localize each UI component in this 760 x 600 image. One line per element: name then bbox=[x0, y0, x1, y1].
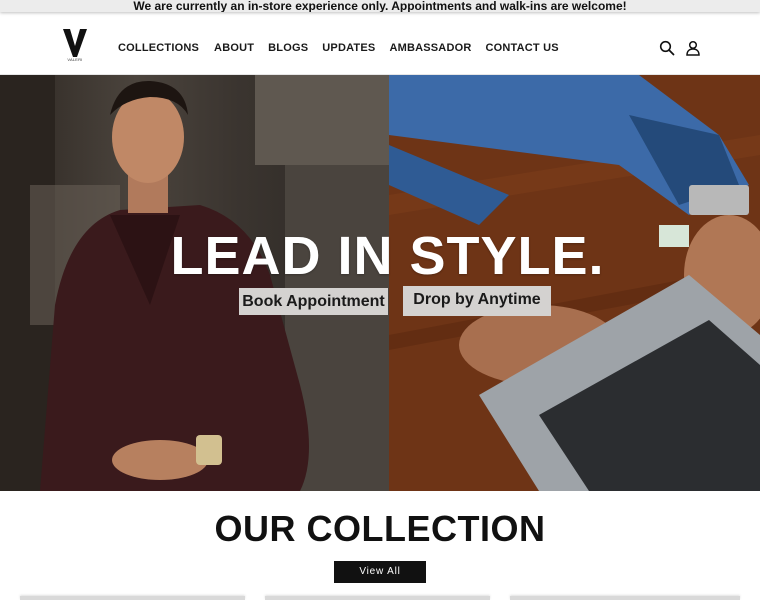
account-icon[interactable] bbox=[685, 40, 701, 56]
nav-ambassador[interactable]: AMBASSADOR bbox=[389, 41, 471, 55]
nav-blogs[interactable]: BLOGS bbox=[268, 41, 308, 55]
nav-updates[interactable]: UPDATES bbox=[322, 41, 375, 55]
announcement-bar: We are currently an in-store experience … bbox=[0, 0, 760, 12]
main-nav: COLLECTIONS ABOUT BLOGS UPDATES AMBASSAD… bbox=[118, 41, 573, 55]
drop-by-anytime-button[interactable]: Drop by Anytime bbox=[403, 286, 551, 316]
hero-banner: LEAD IN STYLE. Book Appointment Drop by … bbox=[0, 75, 760, 491]
search-icon[interactable] bbox=[659, 40, 675, 56]
book-appointment-button[interactable]: Book Appointment bbox=[239, 288, 388, 315]
brand-logo[interactable]: VALERI bbox=[60, 29, 90, 69]
collection-card[interactable] bbox=[265, 596, 490, 600]
view-all-button[interactable]: View All bbox=[334, 561, 426, 583]
collection-cards-preview bbox=[0, 596, 760, 600]
collection-card[interactable] bbox=[20, 596, 245, 600]
nav-about[interactable]: ABOUT bbox=[214, 41, 254, 55]
collection-card[interactable] bbox=[510, 596, 740, 600]
hero-headline: LEAD IN STYLE. bbox=[170, 226, 605, 286]
announcement-text: We are currently an in-store experience … bbox=[133, 0, 627, 12]
logo-v-mark bbox=[63, 29, 87, 57]
collection-heading: OUR COLLECTION bbox=[214, 508, 546, 549]
logo-subtext: VALERI bbox=[67, 57, 83, 62]
nav-collections[interactable]: COLLECTIONS bbox=[118, 41, 199, 55]
nav-contact-us[interactable]: CONTACT US bbox=[486, 41, 559, 55]
site-header: VALERI COLLECTIONS ABOUT BLOGS UPDATES A… bbox=[0, 12, 760, 75]
